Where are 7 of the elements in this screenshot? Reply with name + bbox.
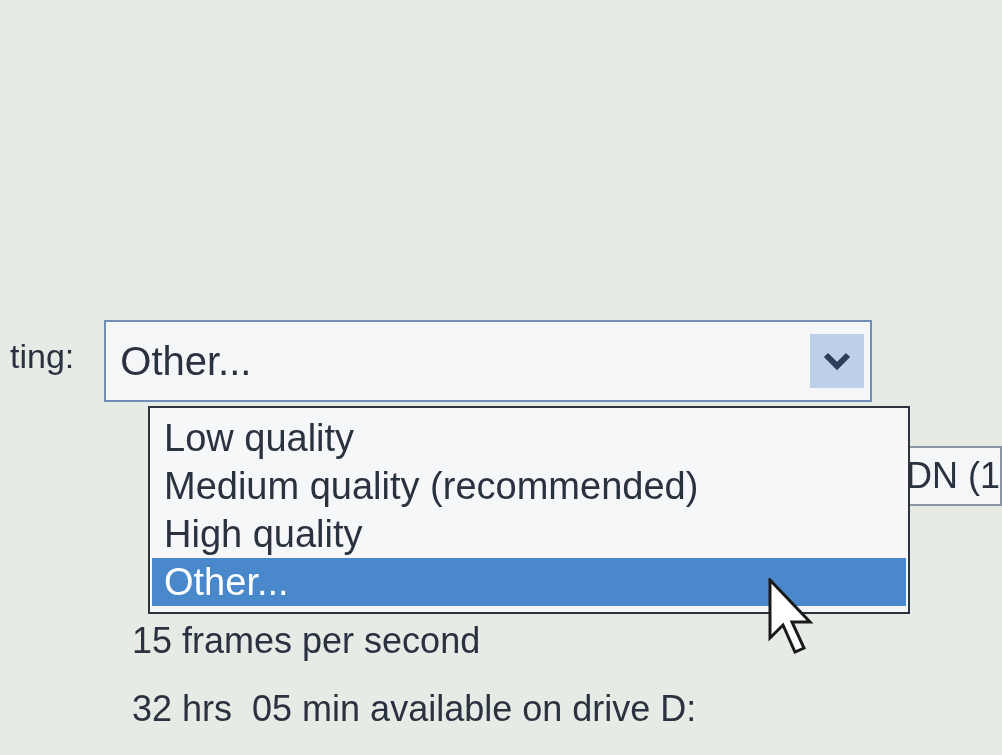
chevron-icon[interactable] (810, 334, 865, 388)
quality-dropdown[interactable]: Other... (104, 320, 873, 402)
dropdown-option[interactable]: High quality (152, 510, 906, 558)
setting-label: ting: (10, 336, 75, 377)
frame-rate-text: 15 frames per second (132, 619, 481, 663)
dropdown-option[interactable]: Other... (152, 558, 906, 606)
disk-space-text: 32 hrs 05 min available on drive D: (132, 687, 697, 731)
